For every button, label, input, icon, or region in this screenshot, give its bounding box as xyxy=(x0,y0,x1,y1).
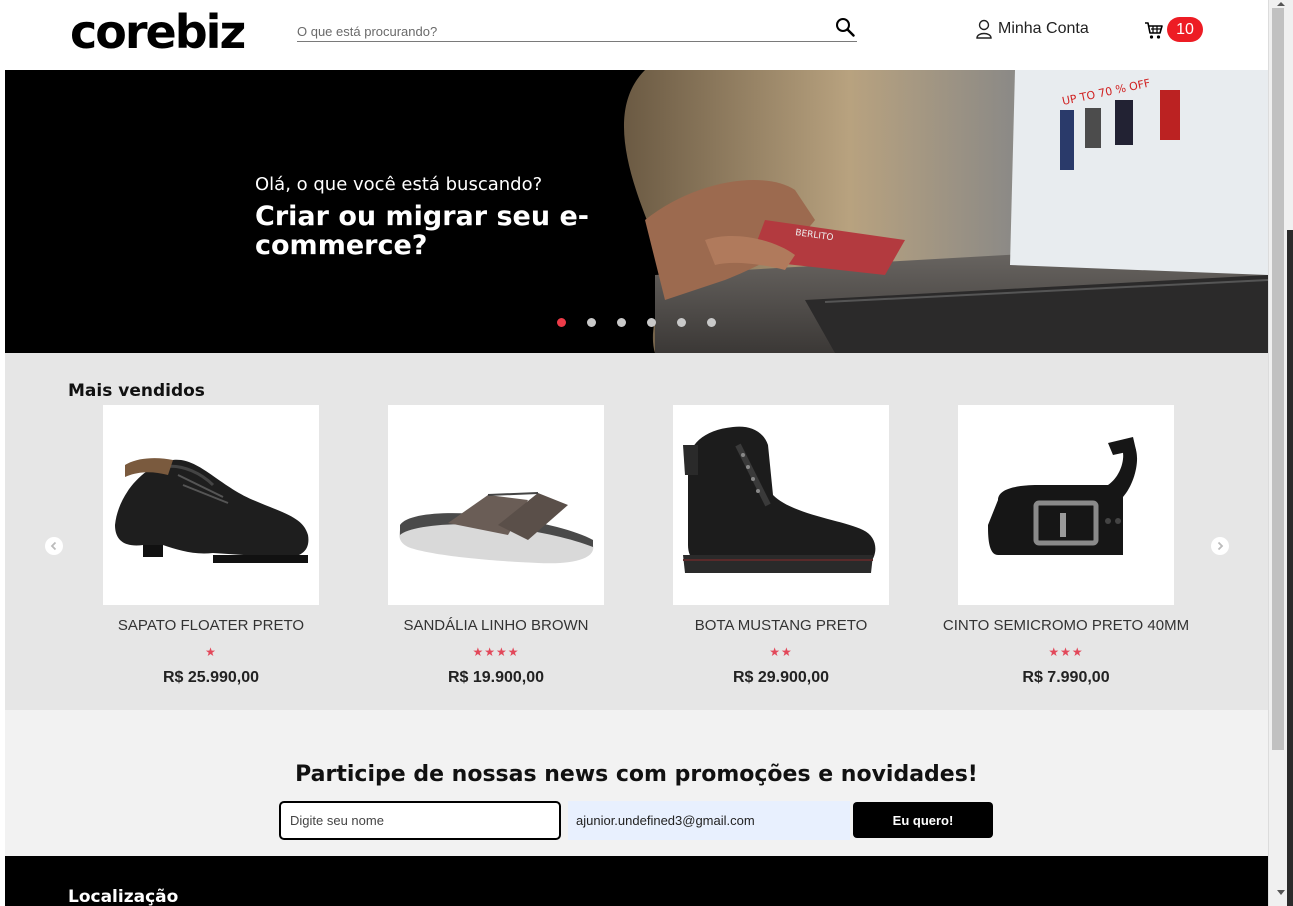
scrollbar[interactable] xyxy=(1268,0,1293,906)
product-price: R$ 29.900,00 xyxy=(732,669,830,686)
hero-title: Criar ou migrar seu e-commerce? xyxy=(255,201,589,261)
product-name: BOTA MUSTANG PRETO xyxy=(694,617,868,634)
header: corebiz Minha Conta 1 xyxy=(0,0,1268,70)
footer: Localização xyxy=(5,856,1268,906)
chevron-left-icon xyxy=(50,541,57,551)
slider-dot-6[interactable] xyxy=(707,318,716,327)
slider-dot-5[interactable] xyxy=(677,318,686,327)
product-image[interactable] xyxy=(673,405,889,605)
hero-laptop-photo: UP TO 70 % OFF BERLITO xyxy=(623,70,1268,353)
product-price: R$ 19.900,00 xyxy=(447,669,545,686)
carousel-prev-button[interactable] xyxy=(45,537,63,555)
email-field[interactable] xyxy=(568,801,850,840)
product-price: R$ 25.990,00 xyxy=(162,669,260,686)
product-name: SAPATO FLOATER PRETO xyxy=(117,617,305,634)
section-title: Mais vendidos xyxy=(68,381,205,401)
hero-banner[interactable]: UP TO 70 % OFF BERLITO Olá, o que você e… xyxy=(5,70,1268,353)
product-name: SANDÁLIA LINHO BROWN xyxy=(403,617,589,634)
product-image[interactable] xyxy=(388,405,604,605)
belt-image xyxy=(988,437,1138,555)
scrollbar-thumb[interactable] xyxy=(1272,8,1284,750)
search-icon[interactable] xyxy=(835,17,855,37)
slider-dot-1[interactable] xyxy=(557,318,566,327)
cart-count-badge: 10 xyxy=(1167,17,1203,42)
user-icon xyxy=(976,19,992,39)
footer-location-title: Localização xyxy=(68,887,179,906)
slider-dot-2[interactable] xyxy=(587,318,596,327)
product-name: CINTO SEMICROMO PRETO 40MM xyxy=(942,617,1190,634)
scrollbar-edge xyxy=(1287,230,1293,906)
shoe-image xyxy=(115,458,309,563)
chevron-right-icon xyxy=(1217,541,1224,551)
hero-subtitle: Olá, o que você está buscando? xyxy=(255,174,543,195)
account-link[interactable]: Minha Conta xyxy=(975,19,1089,39)
name-field[interactable] xyxy=(279,801,561,840)
product-card[interactable]: SANDÁLIA LINHO BROWN ★★★★ R$ 19.900,00 xyxy=(368,405,628,695)
newsletter-section: Participe de nossas news com promoções e… xyxy=(5,710,1268,856)
newsletter-title: Participe de nossas news com promoções e… xyxy=(295,762,978,787)
scroll-up-arrow-icon[interactable] xyxy=(1275,0,1287,8)
logo[interactable]: corebiz xyxy=(70,4,246,60)
product-image[interactable] xyxy=(958,405,1174,605)
carousel-next-button[interactable] xyxy=(1211,537,1229,555)
bestsellers-section: Mais vendidos SAPATO FLOATER PRETO ★ R$ … xyxy=(5,353,1268,710)
slider-dot-4[interactable] xyxy=(647,318,656,327)
product-rating-stars: ★★ xyxy=(769,645,793,659)
page: corebiz Minha Conta 1 xyxy=(0,0,1268,906)
cart-icon xyxy=(1145,22,1163,39)
slider-dot-3[interactable] xyxy=(617,318,626,327)
product-card[interactable]: CINTO SEMICROMO PRETO 40MM ★★★ R$ 7.990,… xyxy=(938,405,1198,695)
slider-dots xyxy=(557,318,716,327)
product-rating-stars: ★★★★ xyxy=(472,645,520,659)
product-card[interactable]: SAPATO FLOATER PRETO ★ R$ 25.990,00 xyxy=(83,405,343,695)
sandal-image xyxy=(399,492,594,564)
product-card[interactable]: BOTA MUSTANG PRETO ★★ R$ 29.900,00 xyxy=(653,405,913,695)
scroll-down-arrow-icon[interactable] xyxy=(1275,888,1287,898)
search-input[interactable] xyxy=(297,20,817,42)
subscribe-button[interactable]: Eu quero! xyxy=(853,802,993,838)
account-label: Minha Conta xyxy=(998,20,1089,37)
product-rating-stars: ★ xyxy=(205,645,217,659)
search-bar xyxy=(297,14,857,42)
product-image[interactable] xyxy=(103,405,319,605)
product-rating-stars: ★★★ xyxy=(1048,645,1084,659)
product-price: R$ 7.990,00 xyxy=(1022,669,1110,686)
cart-button[interactable]: 10 xyxy=(1144,16,1206,44)
boot-image xyxy=(683,426,876,573)
